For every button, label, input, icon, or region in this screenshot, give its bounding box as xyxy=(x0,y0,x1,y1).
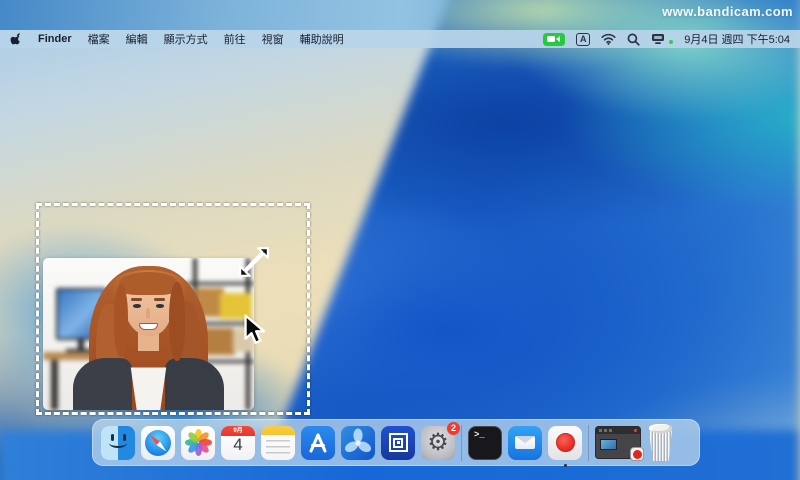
window-titlebar xyxy=(596,427,640,434)
dock-notes-icon[interactable] xyxy=(261,426,295,460)
dock: 9月 4 xyxy=(92,419,700,466)
window-record-badge xyxy=(630,447,644,461)
resize-arrow-icon[interactable] xyxy=(238,246,270,278)
dock-screen-recorder-icon[interactable] xyxy=(548,426,582,460)
record-dot-icon xyxy=(556,433,575,452)
menu-bar: Finder 檔案 編輯 顯示方式 前往 視窗 輔助說明 A xyxy=(0,30,800,48)
bandicam-squares-glyph xyxy=(389,433,408,452)
envelope-icon xyxy=(515,436,535,450)
trash-paper xyxy=(649,424,672,433)
menu-go[interactable]: 前往 xyxy=(224,31,246,47)
menu-app-name[interactable]: Finder xyxy=(38,33,72,45)
menu-clock[interactable]: 9月4日 週四 下午5:04 xyxy=(684,31,790,47)
dock-safari-icon[interactable] xyxy=(141,426,175,460)
menu-view[interactable]: 顯示方式 xyxy=(164,31,208,47)
user-switch-icon[interactable] xyxy=(651,33,665,45)
menu-window[interactable]: 視窗 xyxy=(262,31,284,47)
terminal-prompt-glyph: >_ xyxy=(474,430,485,440)
bandicam-watermark: www.bandicam.com xyxy=(662,4,793,19)
mouse-cursor xyxy=(243,314,267,346)
settings-badge: 2 xyxy=(447,422,460,435)
status-green-dot xyxy=(669,40,673,44)
dock-mail-icon[interactable] xyxy=(508,426,542,460)
dock-finder-icon[interactable] xyxy=(101,426,135,460)
calendar-day: 4 xyxy=(221,435,255,455)
dock-appstore-icon[interactable] xyxy=(301,426,335,460)
dock-terminal-icon[interactable]: >_ xyxy=(468,426,502,460)
gear-icon: ⚙ xyxy=(427,428,449,457)
desktop: www.bandicam.com Finder 檔案 編輯 顯示方式 前往 視窗… xyxy=(0,0,800,480)
dock-photos-icon[interactable] xyxy=(181,426,215,460)
apple-icon xyxy=(10,32,22,46)
pinwheel-glyph xyxy=(341,426,375,460)
appstore-a-glyph xyxy=(301,426,335,460)
dock-pinwheel-app-icon[interactable] xyxy=(341,426,375,460)
trash-basket xyxy=(647,431,674,461)
menu-file[interactable]: 檔案 xyxy=(88,31,110,47)
dock-trash-icon[interactable] xyxy=(647,424,674,461)
window-record-indicator xyxy=(634,429,637,432)
dock-bandicam-icon[interactable] xyxy=(381,426,415,460)
apple-menu[interactable] xyxy=(10,32,22,46)
dock-minimized-window-thumbnail[interactable] xyxy=(595,426,641,459)
dock-divider xyxy=(461,425,462,461)
wifi-icon[interactable] xyxy=(601,33,616,45)
spotlight-search-icon[interactable] xyxy=(627,33,640,46)
camera-body xyxy=(547,36,555,42)
dock-calendar-icon[interactable]: 9月 4 xyxy=(221,426,255,460)
camera-lens xyxy=(556,36,560,42)
dock-divider xyxy=(588,425,589,461)
dock-settings-icon[interactable]: ⚙ 2 xyxy=(421,426,455,460)
menu-help[interactable]: 輔助說明 xyxy=(300,31,344,47)
window-preview-image xyxy=(600,439,617,450)
capture-selection-region[interactable] xyxy=(36,203,310,415)
input-source-indicator[interactable]: A xyxy=(576,33,590,46)
menu-edit[interactable]: 編輯 xyxy=(126,31,148,47)
screen-recording-camera-icon[interactable] xyxy=(543,33,565,46)
